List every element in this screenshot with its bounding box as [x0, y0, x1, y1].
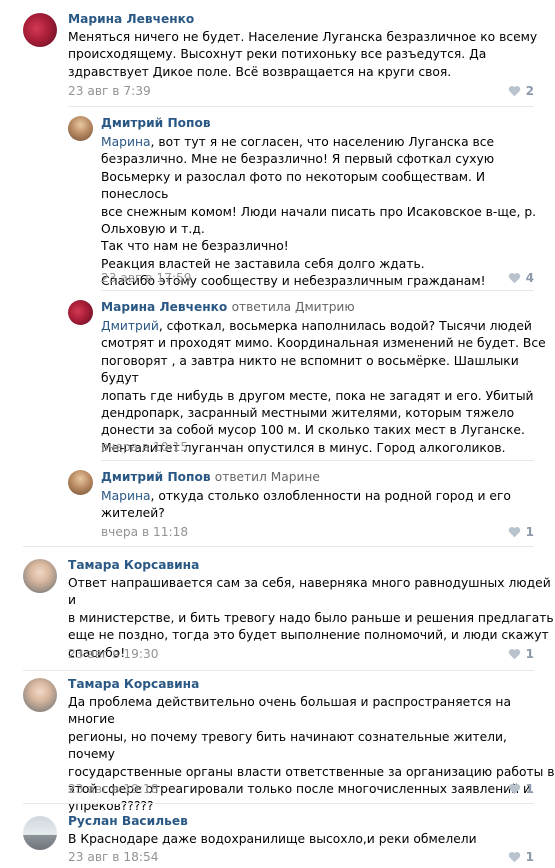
- heart-icon: [508, 783, 520, 795]
- avatar[interactable]: [68, 300, 93, 325]
- author-name[interactable]: Дмитрий Попов: [101, 116, 211, 130]
- comment-reply: Дмитрий Попов ответил Марине Марина, отк…: [0, 461, 555, 546]
- avatar[interactable]: [23, 13, 57, 47]
- author-name[interactable]: Тамара Корсавина: [68, 558, 199, 572]
- comment: Тамара Корсавина Да проблема действитель…: [0, 671, 555, 813]
- author-name[interactable]: Марина Левченко ответила Дмитрию: [101, 300, 355, 314]
- comment-date[interactable]: 23 авг в 19:18: [68, 782, 159, 796]
- like-button[interactable]: 1: [508, 782, 534, 796]
- comment-reply: Дмитрий Попов Марина, вот тут я не согла…: [0, 107, 555, 292]
- author-name[interactable]: Руслан Васильев: [68, 814, 188, 828]
- like-count: 1: [525, 647, 534, 661]
- like-button[interactable]: 1: [508, 525, 534, 539]
- comment-text: Дмитрий, сфоткал, восьмерка наполнилась …: [101, 319, 546, 455]
- heart-icon: [508, 272, 520, 284]
- avatar[interactable]: [23, 816, 57, 850]
- heart-icon: [508, 85, 520, 97]
- comment-text: В Краснодаре даже водохранилище высохло,…: [68, 832, 477, 846]
- comment-text: Да проблема действительно очень большая …: [68, 695, 555, 814]
- like-count: 2: [525, 84, 534, 98]
- heart-icon: [508, 526, 520, 538]
- avatar[interactable]: [23, 678, 57, 712]
- comment-text: Марина, вот тут я не согласен, что насел…: [101, 135, 537, 289]
- like-count: 4: [525, 271, 534, 285]
- comment: Марина Левченко Меняться ничего не будет…: [0, 0, 555, 102]
- comment-date[interactable]: 23 авг в 17:59: [101, 271, 192, 285]
- reply-to[interactable]: ответил Марине: [215, 470, 320, 484]
- like-button[interactable]: 1: [508, 850, 534, 864]
- comment-date[interactable]: вчера в 11:18: [101, 525, 188, 539]
- mention-link[interactable]: Марина: [101, 135, 151, 149]
- comment-date[interactable]: 23 авг в 19:30: [68, 647, 159, 661]
- mention-link[interactable]: Марина: [101, 489, 151, 503]
- author-name[interactable]: Дмитрий Попов ответил Марине: [101, 470, 320, 484]
- author-name[interactable]: Тамара Корсавина: [68, 677, 199, 691]
- heart-icon: [508, 648, 520, 660]
- like-count: 1: [525, 850, 534, 864]
- avatar[interactable]: [23, 559, 57, 593]
- avatar[interactable]: [68, 116, 93, 141]
- avatar[interactable]: [68, 470, 93, 495]
- like-button[interactable]: 4: [508, 271, 534, 285]
- heart-icon: [508, 851, 520, 863]
- author-name[interactable]: Марина Левченко: [68, 12, 194, 26]
- comment-date[interactable]: вчера в 10:15: [101, 440, 188, 454]
- like-count: 1: [525, 525, 534, 539]
- comment-text: Марина, откуда столько озлобленности на …: [101, 489, 511, 521]
- like-button[interactable]: 1: [508, 647, 534, 661]
- comment: Тамара Корсавина Ответ напрашивается сам…: [0, 547, 555, 669]
- like-button[interactable]: 2: [508, 84, 534, 98]
- like-count: 1: [525, 782, 534, 796]
- comment-text: Меняться ничего не будет. Население Луга…: [68, 30, 538, 79]
- reply-to[interactable]: ответила Дмитрию: [232, 300, 355, 314]
- mention-link[interactable]: Дмитрий: [101, 319, 159, 333]
- comment-reply: Марина Левченко ответила Дмитрию Дмитрий…: [0, 291, 555, 461]
- comment-date[interactable]: 23 авг в 7:39: [68, 84, 151, 98]
- comment: Руслан Васильев В Краснодаре даже водохр…: [0, 804, 555, 868]
- comment-date[interactable]: 23 авг в 18:54: [68, 850, 159, 864]
